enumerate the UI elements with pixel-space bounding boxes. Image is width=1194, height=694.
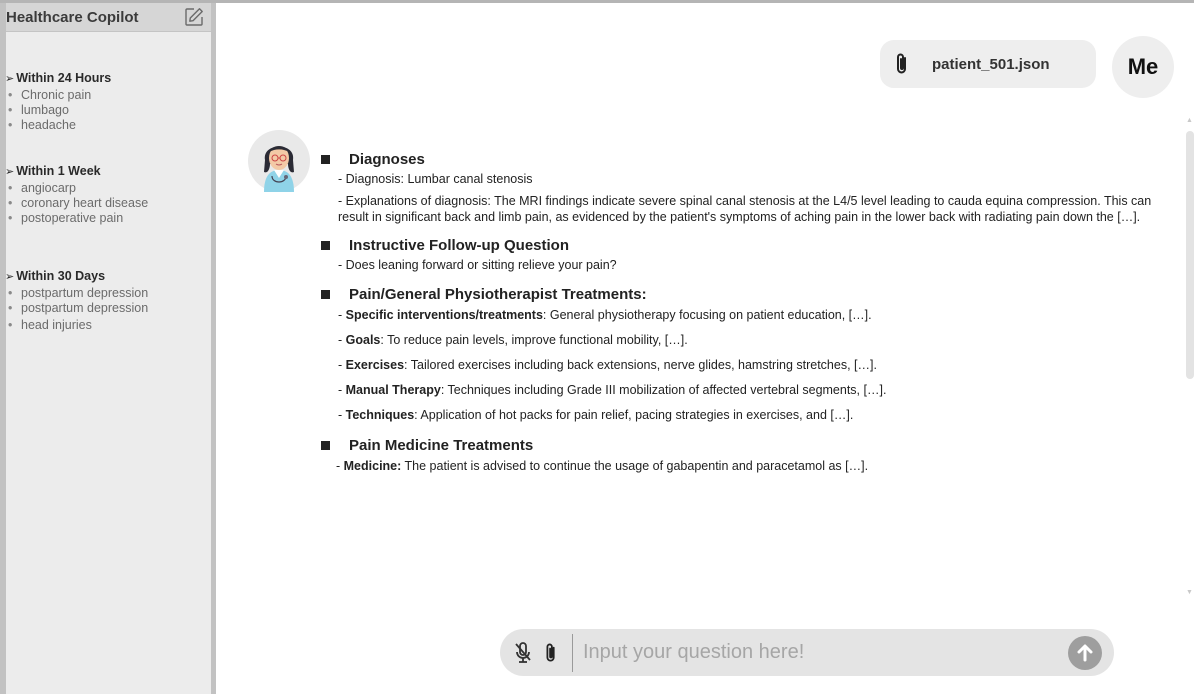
scroll-down-arrow-icon[interactable]: ▼ bbox=[1186, 589, 1193, 596]
file-name: patient_501.json bbox=[932, 55, 1050, 73]
mic-off-icon[interactable] bbox=[512, 640, 534, 666]
assistant-avatar bbox=[248, 130, 310, 192]
response-line: - Diagnosis: Lumbar canal stenosis bbox=[338, 172, 533, 186]
attached-file-chip[interactable]: patient_501.json bbox=[880, 40, 1096, 88]
square-bullet-icon bbox=[321, 290, 330, 299]
app-title: Healthcare Copilot bbox=[6, 8, 139, 26]
question-input[interactable] bbox=[583, 635, 1068, 670]
history-list: postpartum depression postpartum depress… bbox=[5, 286, 148, 333]
response-line: - Goals: To reduce pain levels, improve … bbox=[338, 333, 688, 347]
arrowhead-icon: ➢ bbox=[5, 164, 15, 178]
arrowhead-icon: ➢ bbox=[5, 269, 15, 283]
response-section-follow-up: Instructive Follow-up Question - Does le… bbox=[320, 237, 1160, 273]
user-avatar: Me bbox=[1112, 36, 1174, 98]
history-group-30d: ➢ Within 30 Days postpartum depression p… bbox=[5, 269, 148, 333]
section-title: Instructive Follow-up Question bbox=[349, 237, 570, 254]
group-title: Within 24 Hours bbox=[16, 71, 112, 85]
section-title: Pain/General Physiotherapist Treatments: bbox=[349, 286, 647, 303]
history-item[interactable]: headache bbox=[5, 118, 111, 133]
group-title: Within 30 Days bbox=[16, 269, 106, 283]
response-section-physio: Pain/General Physiotherapist Treatments:… bbox=[320, 286, 1160, 423]
history-list: angiocarp coronary heart disease postope… bbox=[5, 181, 148, 226]
section-title: Pain Medicine Treatments bbox=[349, 437, 534, 454]
response-line: - Does leaning forward or sitting reliev… bbox=[338, 258, 617, 272]
square-bullet-icon bbox=[321, 241, 330, 250]
history-item[interactable]: lumbago bbox=[5, 103, 111, 118]
question-input-bar bbox=[500, 629, 1114, 676]
group-title: Within 1 Week bbox=[16, 164, 101, 178]
chat-area: patient_501.json Me Diagnoses - Diagnosi… bbox=[216, 3, 1194, 694]
arrow-up-icon[interactable] bbox=[1068, 635, 1102, 670]
square-bullet-icon bbox=[321, 155, 330, 164]
app-window: Healthcare Copilot ➢ Within 24 Hours Chr… bbox=[0, 0, 1194, 694]
response-section-medicine: Pain Medicine Treatments - Medicine: The… bbox=[320, 437, 1160, 474]
response-section-diagnoses: Diagnoses - Diagnosis: Lumbar canal sten… bbox=[320, 151, 1160, 225]
square-bullet-icon bbox=[321, 441, 330, 450]
history-item[interactable]: head injuries bbox=[5, 318, 148, 333]
history-item[interactable]: postpartum depression bbox=[5, 301, 148, 316]
response-line: - Explanations of diagnosis: The MRI fin… bbox=[338, 194, 1152, 224]
arrowhead-icon: ➢ bbox=[5, 71, 15, 85]
response-line: - Techniques: Application of hot packs f… bbox=[338, 408, 854, 422]
sidebar-header: Healthcare Copilot bbox=[6, 3, 211, 32]
input-divider bbox=[572, 633, 573, 672]
history-group-24h: ➢ Within 24 Hours Chronic pain lumbago h… bbox=[5, 71, 111, 133]
response-line: - Manual Therapy: Techniques including G… bbox=[338, 383, 887, 397]
response-line: - Specific interventions/treatments: Gen… bbox=[338, 308, 872, 322]
history-item[interactable]: coronary heart disease bbox=[5, 196, 148, 211]
scrollbar-thumb[interactable] bbox=[1186, 131, 1194, 379]
edit-square-icon[interactable] bbox=[183, 6, 205, 28]
history-item[interactable]: angiocarp bbox=[5, 181, 148, 196]
response-line: - Exercises: Tailored exercises includin… bbox=[338, 358, 877, 372]
history-list: Chronic pain lumbago headache bbox=[5, 88, 111, 133]
paperclip-icon bbox=[892, 52, 912, 76]
history-item[interactable]: postoperative pain bbox=[5, 211, 148, 226]
sidebar: Healthcare Copilot ➢ Within 24 Hours Chr… bbox=[0, 3, 216, 694]
history-item[interactable]: postpartum depression bbox=[5, 286, 148, 301]
scroll-up-arrow-icon[interactable]: ▲ bbox=[1186, 117, 1193, 124]
paperclip-icon[interactable] bbox=[540, 640, 562, 666]
response-line: - Medicine: The patient is advised to co… bbox=[336, 459, 869, 473]
history-group-1w: ➢ Within 1 Week angiocarp coronary heart… bbox=[5, 164, 148, 226]
assistant-response: Diagnoses - Diagnosis: Lumbar canal sten… bbox=[320, 151, 1160, 474]
section-title: Diagnoses bbox=[349, 151, 425, 168]
history-item[interactable]: Chronic pain bbox=[5, 88, 111, 103]
